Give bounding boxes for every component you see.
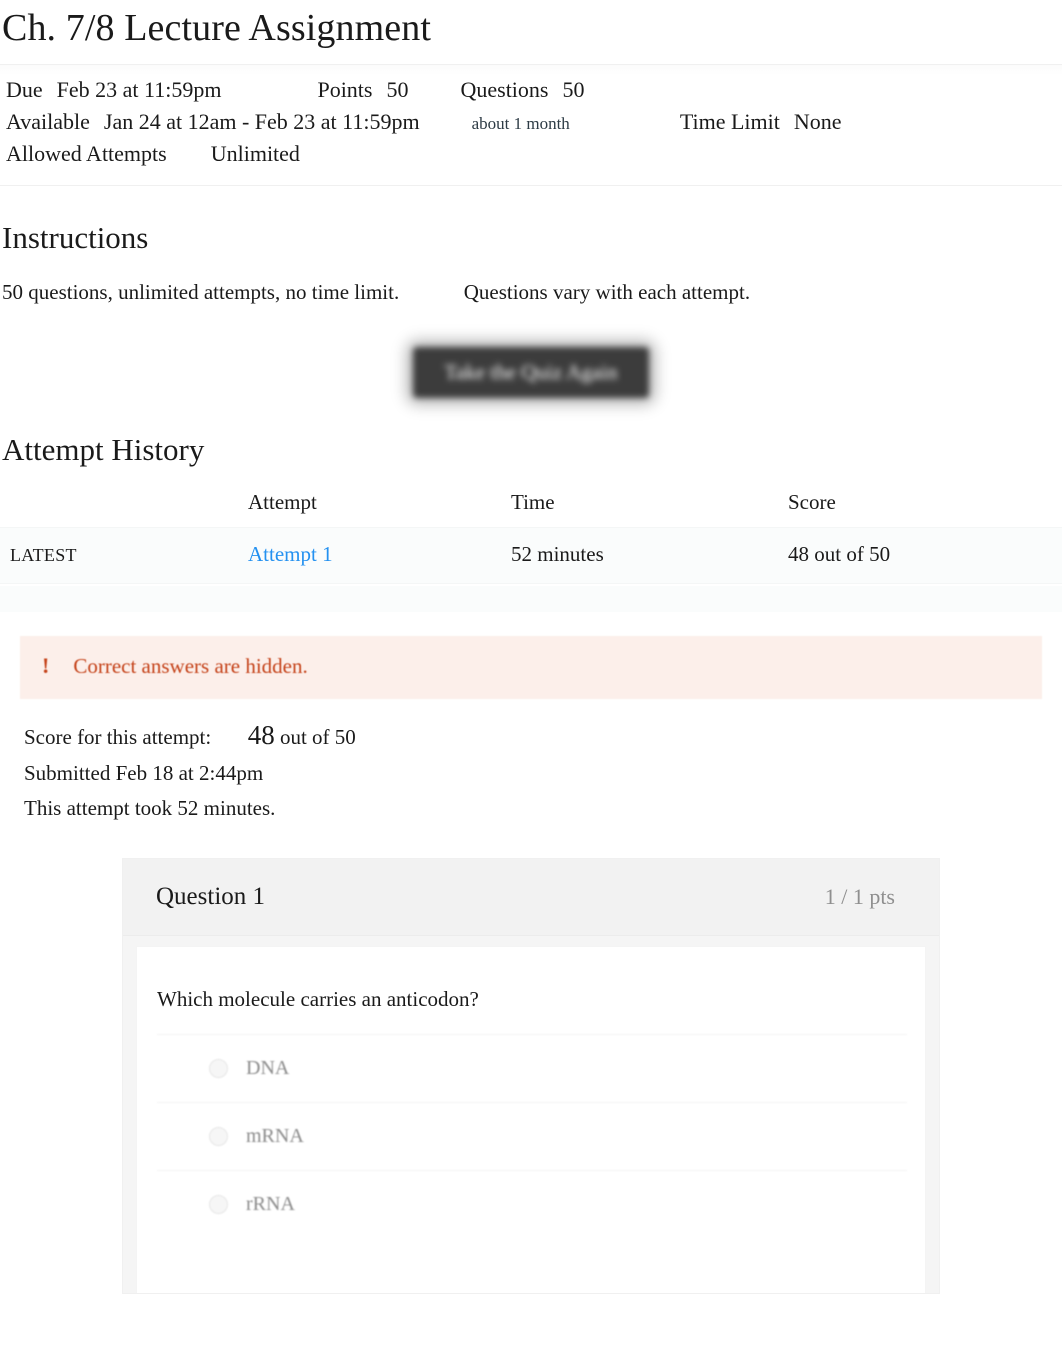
score-line: Score for this attempt: 48 out of 50: [24, 715, 1062, 756]
take-quiz-again-button[interactable]: Take the Quiz Again: [412, 346, 650, 398]
radio-button-icon[interactable]: [209, 1126, 228, 1146]
answer-option-dna[interactable]: DNA: [157, 1033, 907, 1102]
quiz-info-row-due: Due Feb 23 at 11:59pm Points 50 Question…: [0, 75, 1062, 107]
points-label: Points: [317, 76, 373, 102]
attempt-history-heading: Attempt History: [2, 431, 205, 467]
answer-label: DNA: [246, 1056, 290, 1079]
due-value: Feb 23 at 11:59pm: [56, 76, 222, 102]
column-header-score: Score: [788, 489, 836, 514]
answer-list: DNA mRNA rRNA: [137, 1033, 925, 1238]
attempt-1-link[interactable]: Attempt 1: [248, 542, 333, 566]
submitted-line: Submitted Feb 18 at 2:44pm: [24, 760, 264, 785]
page-title: Ch. 7/8 Lecture Assignment: [2, 7, 431, 49]
score-label: Score for this attempt:: [24, 724, 212, 749]
questions-label: Questions: [460, 76, 549, 102]
quiz-info-band: Due Feb 23 at 11:59pm Points 50 Question…: [0, 63, 1062, 186]
table-header-row: Attempt Time Score: [0, 484, 1062, 528]
question-name: Question 1: [156, 882, 266, 910]
column-header-time: Time: [511, 489, 555, 514]
question-header: Question 1 1 / 1 pts: [123, 858, 939, 936]
score-suffix: out of 50: [279, 724, 356, 749]
question-container: Question 1 1 / 1 pts Which molecule carr…: [122, 857, 940, 1294]
quiz-info-row-available: Available Jan 24 at 12am - Feb 23 at 11:…: [0, 107, 1062, 139]
hidden-answers-warning: ! Correct answers are hidden.: [20, 635, 1042, 699]
column-header-attempt: Attempt: [248, 489, 317, 514]
answer-option-mrna[interactable]: mRNA: [157, 1101, 907, 1170]
warning-message: Correct answers are hidden.: [73, 653, 308, 678]
instructions-heading: Instructions: [2, 219, 149, 255]
question-points: 1 / 1 pts: [824, 883, 895, 909]
answer-option-rrna[interactable]: rRNA: [157, 1169, 907, 1238]
table-footer-band: [0, 585, 1062, 612]
allowed-attempts-value: Unlimited: [210, 140, 300, 166]
instructions-body: 50 questions, unlimited attempts, no tim…: [0, 262, 1062, 305]
allowed-attempts-label: Allowed Attempts: [6, 140, 167, 166]
time-limit-value: None: [793, 108, 842, 134]
due-label: Due: [6, 76, 43, 102]
warning-icon: !: [42, 653, 50, 679]
cell-time: 52 minutes: [511, 541, 604, 566]
answer-label: rRNA: [246, 1192, 295, 1215]
available-value: Jan 24 at 12am - Feb 23 at 11:59pm: [103, 108, 420, 134]
latest-badge: LATEST: [10, 544, 77, 565]
radio-button-icon[interactable]: [209, 1194, 228, 1214]
column-header-kept: [0, 484, 248, 528]
cell-kept: LATEST: [0, 527, 248, 583]
questions-value: 50: [562, 76, 585, 102]
question-text: Which molecule carries an anticodon?: [157, 986, 479, 1011]
attempt-summary: Score for this attempt: 48 out of 50 Sub…: [0, 699, 1062, 826]
instructions-line-2: Questions vary with each attempt.: [463, 279, 751, 304]
radio-button-icon[interactable]: [209, 1058, 228, 1078]
score-value: 48: [247, 719, 275, 750]
quiz-info-row-attempts: Allowed Attempts Unlimited: [0, 139, 1062, 171]
take-quiz-button-wrapper: Take the Quiz Again: [0, 305, 1062, 398]
table-row: LATEST Attempt 1 52 minutes 48 out of 50: [0, 527, 1062, 584]
points-value: 50: [386, 76, 409, 102]
time-limit-label: Time Limit: [679, 108, 780, 134]
attempt-history-tbody: LATEST Attempt 1 52 minutes 48 out of 50: [0, 527, 1062, 584]
answer-label: mRNA: [246, 1124, 304, 1147]
question-body: Which molecule carries an anticodon? DNA…: [136, 945, 926, 1293]
duration-line: This attempt took 52 minutes.: [24, 795, 276, 820]
instructions-line-1: 50 questions, unlimited attempts, no tim…: [2, 279, 400, 304]
available-label: Available: [6, 108, 90, 134]
attempt-history-thead: Attempt Time Score: [0, 484, 1062, 528]
cell-attempt: Attempt 1: [248, 527, 511, 583]
cell-score: 48 out of 50: [788, 541, 891, 566]
available-duration: about 1 month: [471, 113, 570, 133]
attempt-history-table: Attempt Time Score LATEST Attempt 1 52 m…: [0, 484, 1062, 584]
